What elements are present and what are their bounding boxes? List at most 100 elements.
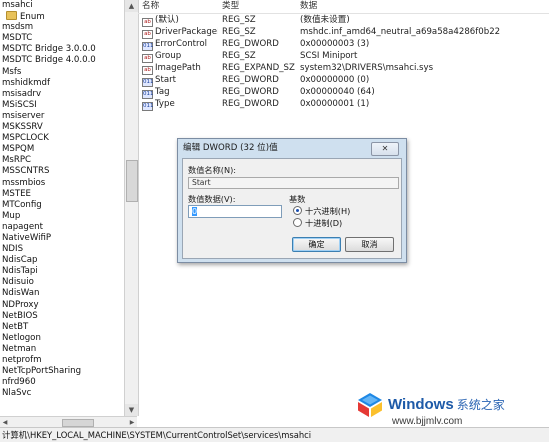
value-row[interactable]: 011 ErrorControl REG_DWORD 0x00000003 (3) <box>138 38 549 51</box>
value-row[interactable]: ab ImagePath REG_EXPAND_SZ system32\DRIVERS… <box>138 62 549 75</box>
values-list-rows: ab(默认)REG_SZ(数值未设置)abDriverPackageIdREG_… <box>138 14 549 111</box>
value-row[interactable]: ab Group REG_SZ SCSI Miniport <box>138 50 549 63</box>
value-row[interactable]: abDriverPackageIdREG_SZmshdc.inf_amd64_n… <box>138 26 549 39</box>
tree-item[interactable]: mshidkmdf <box>0 78 124 89</box>
tree-item-label: MSDTC Bridge 3.0.0.0 <box>2 44 96 55</box>
tree-item-label: MSTEE <box>2 188 31 199</box>
status-bar-path: 计算机\HKEY_LOCAL_MACHINE\SYSTEM\CurrentCon… <box>0 427 549 442</box>
value-data-input[interactable]: 0 <box>188 205 282 218</box>
tree-item[interactable]: MSKSSRV <box>0 122 124 133</box>
value-type: REG_DWORD <box>222 99 279 109</box>
tree-item[interactable]: NDIS <box>0 244 124 255</box>
tree-item[interactable]: MTConfig <box>0 200 124 211</box>
tree-item[interactable]: mssmbios <box>0 178 124 189</box>
tree-item[interactable]: NetBT <box>0 322 124 333</box>
dialog-title: 编辑 DWORD (32 位)值 <box>183 143 278 153</box>
tree-item[interactable]: MSPCLOCK <box>0 133 124 144</box>
value-type: REG_DWORD <box>222 39 279 49</box>
tree-vertical-scrollbar[interactable]: ▲ ▼ <box>124 0 139 416</box>
scroll-thumb-horizontal[interactable] <box>62 419 94 427</box>
scroll-up-icon[interactable]: ▲ <box>125 0 138 12</box>
value-data: system32\DRIVERS\msahci.sys <box>300 63 434 73</box>
value-name-label: 数值名称(N): <box>188 165 237 175</box>
value-data: 0x00000040 (64) <box>300 87 375 97</box>
tree-item-label: MsRPC <box>2 155 32 166</box>
base-group-label: 基数 <box>289 194 306 204</box>
tree-item[interactable]: Mup <box>0 211 124 222</box>
tree-item[interactable]: MSDTC Bridge 3.0.0.0 <box>0 44 124 55</box>
ok-button[interactable]: 确定 <box>292 237 341 252</box>
tree-item[interactable]: msahci <box>0 0 124 11</box>
radio-decimal[interactable]: 十进制(D) <box>293 217 342 229</box>
radio-hexadecimal[interactable]: 十六进制(H) <box>293 205 350 217</box>
value-data-text: 0 <box>192 207 198 216</box>
watermark-suffix: 系统之家 <box>456 398 505 412</box>
tree-item[interactable]: MSSCNTRS <box>0 166 124 177</box>
column-header-type[interactable]: 类型 <box>222 0 296 13</box>
tree-item[interactable]: msiserver <box>0 111 124 122</box>
tree-item[interactable]: Msfs <box>0 67 124 78</box>
tree-item-label: mshidkmdf <box>2 77 50 88</box>
value-name: Group <box>155 51 182 61</box>
tree-item[interactable]: MSiSCSI <box>0 100 124 111</box>
tree-item[interactable]: NdisCap <box>0 255 124 266</box>
dialog-title-bar[interactable]: 编辑 DWORD (32 位)值 ✕ <box>178 139 406 158</box>
value-row[interactable]: ab (默认) REG_SZ (数值未设置) <box>138 14 549 27</box>
value-data-label: 数值数据(V): <box>188 194 236 204</box>
tree-item[interactable]: MSPQM <box>0 144 124 155</box>
tree-item[interactable]: NdisWan <box>0 288 124 299</box>
tree-item[interactable]: napagent <box>0 222 124 233</box>
tree-item-label: NetBT <box>2 321 29 332</box>
tree-item[interactable]: Netlogon <box>0 333 124 344</box>
tree-item[interactable]: msdsm <box>0 22 124 33</box>
value-data: 0x00000001 (1) <box>300 99 370 109</box>
tree-item[interactable]: NlaSvc <box>0 388 124 399</box>
tree-item[interactable]: MSTEE <box>0 189 124 200</box>
tree-item[interactable]: NdisTapi <box>0 266 124 277</box>
tree-item[interactable]: Ndisuio <box>0 277 124 288</box>
value-name: Start <box>155 75 176 85</box>
watermark-url: www.bjjmlv.com <box>392 416 463 427</box>
value-type: REG_DWORD <box>222 75 279 85</box>
scroll-thumb[interactable] <box>126 160 138 202</box>
tree-item[interactable]: netprofm <box>0 355 124 366</box>
value-data: mshdc.inf_amd64_neutral_a69a58a4286f0b22 <box>300 27 501 37</box>
value-type: REG_SZ <box>222 27 256 37</box>
column-header-data[interactable]: 数据 <box>300 0 545 13</box>
cancel-button[interactable]: 取消 <box>345 237 394 252</box>
value-row[interactable]: 011 Start REG_DWORD 0x00000000 (0) <box>138 74 549 87</box>
tree-item[interactable]: NDProxy <box>0 300 124 311</box>
tree-item[interactable]: Netman <box>0 344 124 355</box>
tree-item[interactable]: MSDTC <box>0 33 124 44</box>
tree-item[interactable]: MsRPC <box>0 155 124 166</box>
value-name-cell: 011 Type <box>142 98 218 111</box>
value-row[interactable]: 011 Type REG_DWORD 0x00000001 (1) <box>138 98 549 111</box>
close-icon[interactable]: ✕ <box>371 142 399 156</box>
tree-item-label: MSDTC Bridge 4.0.0.0 <box>2 55 96 66</box>
registry-key-tree[interactable]: msahci Enum msdsm MSDTC MSDTC Bridge 3.0.0.0… <box>0 0 125 416</box>
edit-dword-dialog: 编辑 DWORD (32 位)值 ✕ 数值名称(N): Start 数值数据(V… <box>177 138 407 263</box>
tree-item-label: MSSCNTRS <box>2 166 50 177</box>
scroll-down-icon[interactable]: ▼ <box>125 404 138 416</box>
tree-item[interactable]: NativeWifiP <box>0 233 124 244</box>
tree-item[interactable]: MSDTC Bridge 4.0.0.0 <box>0 55 124 66</box>
column-header-name[interactable]: 名称 <box>142 0 218 13</box>
tree-item-label: MSiSCSI <box>2 99 37 110</box>
tree-item-label: Enum <box>20 12 45 23</box>
value-data: (数值未设置) <box>300 15 350 25</box>
tree-item-label: NdisCap <box>2 255 38 266</box>
folder-icon <box>6 11 17 21</box>
watermark-title: Windows 系统之家 <box>388 396 505 413</box>
tree-item-label: msisadrv <box>2 88 42 99</box>
tree-item-label: netprofm <box>2 355 42 365</box>
tree-item[interactable]: NetBIOS <box>0 311 124 322</box>
tree-item[interactable]: NetTcpPortSharing <box>0 366 124 377</box>
value-row[interactable]: 011 Tag REG_DWORD 0x00000040 (64) <box>138 86 549 99</box>
tree-item[interactable]: msisadrv <box>0 89 124 100</box>
tree-item[interactable]: nfrd960 <box>0 377 124 388</box>
value-name: DriverPackageId <box>155 27 218 37</box>
tree-item-label: msahci <box>2 0 33 10</box>
tree-item-label: MSPQM <box>2 144 35 155</box>
tree-item-label: mssmbios <box>2 177 46 188</box>
tree-item[interactable]: Enum <box>0 11 124 22</box>
